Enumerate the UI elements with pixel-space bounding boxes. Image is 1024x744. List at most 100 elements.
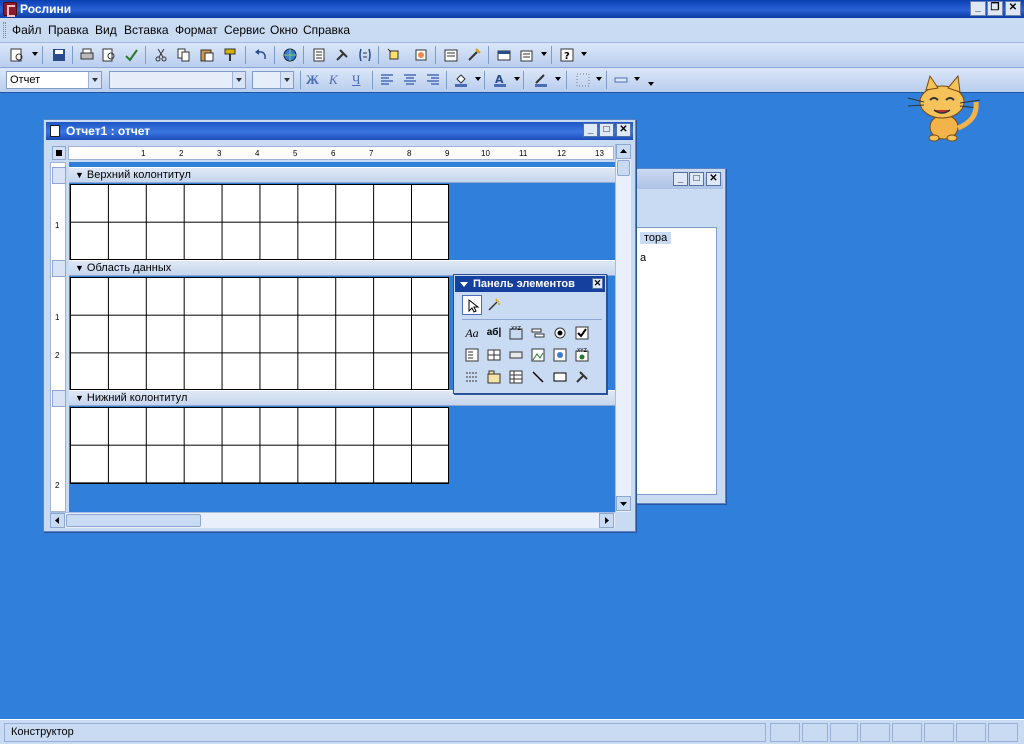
more-controls-tool[interactable] xyxy=(572,367,592,387)
italic-button[interactable]: К xyxy=(329,72,338,88)
horizontal-scroll-thumb[interactable] xyxy=(66,514,201,527)
menu-help[interactable]: Справка xyxy=(303,23,350,37)
bound-object-frame-tool[interactable]: XYZ xyxy=(572,345,592,365)
align-right-icon[interactable] xyxy=(422,69,444,91)
sorting-grouping-icon[interactable] xyxy=(354,44,376,66)
vertical-ruler[interactable]: 1 1 2 2 xyxy=(50,162,66,512)
select-tool[interactable] xyxy=(462,295,482,315)
close-window-button[interactable]: ✕ xyxy=(616,123,631,137)
font-size-combo[interactable] xyxy=(252,71,294,89)
textbox-tool[interactable]: аб| xyxy=(484,323,504,343)
menu-insert[interactable]: Вставка xyxy=(124,23,169,37)
chevron-down-icon[interactable] xyxy=(280,72,293,88)
font-color-icon[interactable]: A xyxy=(489,69,511,91)
field-list-icon[interactable] xyxy=(308,44,330,66)
toolbox-toggle-icon[interactable] xyxy=(331,44,353,66)
object-select-combo[interactable]: Отчет xyxy=(6,71,102,89)
chevron-down-icon[interactable] xyxy=(88,72,101,88)
report-selector[interactable] xyxy=(52,146,66,160)
page-break-tool[interactable] xyxy=(462,367,482,387)
list-box-tool[interactable] xyxy=(484,345,504,365)
chevron-down-icon[interactable] xyxy=(460,282,468,287)
detail-grid[interactable] xyxy=(70,277,449,390)
help-dropdown-icon[interactable] xyxy=(581,52,587,56)
maximize-window-button[interactable]: □ xyxy=(599,123,614,137)
code-icon[interactable] xyxy=(410,44,432,66)
scroll-up-button[interactable] xyxy=(616,144,631,159)
tab-control-tool[interactable] xyxy=(484,367,504,387)
spelling-button[interactable] xyxy=(120,44,142,66)
menu-tools[interactable]: Сервис xyxy=(224,23,265,37)
close-app-button[interactable]: ✕ xyxy=(1005,1,1021,16)
new-object-dropdown-icon[interactable] xyxy=(541,52,547,56)
format-painter-icon[interactable] xyxy=(220,44,242,66)
align-left-icon[interactable] xyxy=(376,69,398,91)
rectangle-tool[interactable] xyxy=(550,367,570,387)
check-box-tool[interactable] xyxy=(572,323,592,343)
option-group-tool[interactable]: XYZ xyxy=(506,323,526,343)
section-selector-footer[interactable] xyxy=(52,390,66,407)
line-width-icon[interactable] xyxy=(572,69,594,91)
list-item[interactable]: тора xyxy=(640,232,672,244)
restore-app-button[interactable]: ❐ xyxy=(987,1,1003,16)
option-button-tool[interactable] xyxy=(550,323,570,343)
undo-icon[interactable] xyxy=(250,44,272,66)
minimize-window-button[interactable]: _ xyxy=(583,123,598,137)
line-color-dropdown-icon[interactable] xyxy=(555,77,561,81)
page-footer-grid[interactable] xyxy=(70,407,449,484)
label-tool[interactable]: Аа xyxy=(462,323,482,343)
fill-color-icon[interactable] xyxy=(450,69,472,91)
view-dropdown-icon[interactable] xyxy=(32,52,38,56)
maximize-window-button[interactable]: □ xyxy=(689,172,704,186)
build-icon[interactable] xyxy=(463,44,485,66)
menu-window[interactable]: Окно xyxy=(270,23,298,37)
font-color-dropdown-icon[interactable] xyxy=(514,77,520,81)
control-wizard-tool[interactable] xyxy=(484,295,504,315)
section-selector-header[interactable] xyxy=(52,167,66,184)
special-effect-dropdown-icon[interactable] xyxy=(634,77,640,81)
menu-grip[interactable] xyxy=(3,22,6,38)
toolbar-options-icon[interactable] xyxy=(648,82,654,86)
list-item[interactable]: а xyxy=(640,252,646,264)
scroll-down-button[interactable] xyxy=(616,496,631,511)
command-button-tool[interactable] xyxy=(506,345,526,365)
scroll-right-button[interactable] xyxy=(599,513,614,528)
database-window-icon[interactable] xyxy=(493,44,515,66)
page-header-grid[interactable] xyxy=(70,184,449,260)
special-effect-icon[interactable] xyxy=(610,69,632,91)
properties-icon[interactable] xyxy=(440,44,462,66)
horizontal-scrollbar[interactable] xyxy=(50,512,615,528)
section-selector-detail[interactable] xyxy=(52,260,66,277)
minimize-app-button[interactable]: _ xyxy=(970,1,986,16)
image-tool[interactable] xyxy=(528,345,548,365)
scroll-left-button[interactable] xyxy=(50,513,65,528)
subform-tool[interactable] xyxy=(506,367,526,387)
view-button[interactable] xyxy=(6,44,28,66)
report-window-titlebar[interactable]: Отчет1 : отчет _ □ ✕ xyxy=(46,122,633,140)
vertical-scroll-thumb[interactable] xyxy=(617,160,630,176)
help-icon[interactable]: ? xyxy=(556,44,578,66)
save-button[interactable] xyxy=(48,44,70,66)
line-color-icon[interactable] xyxy=(530,69,552,91)
copy-icon[interactable] xyxy=(173,44,195,66)
menu-view[interactable]: Вид xyxy=(95,23,117,37)
new-object-icon[interactable] xyxy=(516,44,538,66)
close-icon[interactable]: ✕ xyxy=(592,278,603,289)
underline-button[interactable]: Ч xyxy=(352,72,360,88)
unbound-object-frame-tool[interactable] xyxy=(550,345,570,365)
menu-format[interactable]: Формат xyxy=(175,23,218,37)
line-tool[interactable] xyxy=(528,367,548,387)
bold-button[interactable]: Ж xyxy=(306,72,319,88)
combo-box-tool[interactable] xyxy=(462,345,482,365)
horizontal-ruler[interactable]: 1 2 3 4 5 6 7 8 9 10 11 12 13 14 xyxy=(68,146,614,160)
paste-icon[interactable] xyxy=(196,44,218,66)
menu-edit[interactable]: Правка xyxy=(48,23,89,37)
minimize-window-button[interactable]: _ xyxy=(673,172,688,186)
print-preview-button[interactable] xyxy=(98,44,120,66)
toolbox-titlebar[interactable]: Панель элементов ✕ xyxy=(455,276,605,292)
toolbox-panel[interactable]: Панель элементов ✕ Аа аб| XYZ XYZ xyxy=(453,274,607,394)
menu-file[interactable]: Файл xyxy=(12,23,42,37)
office-assistant-cat[interactable] xyxy=(904,72,988,142)
line-width-dropdown-icon[interactable] xyxy=(596,77,602,81)
vertical-scrollbar[interactable] xyxy=(615,144,631,512)
